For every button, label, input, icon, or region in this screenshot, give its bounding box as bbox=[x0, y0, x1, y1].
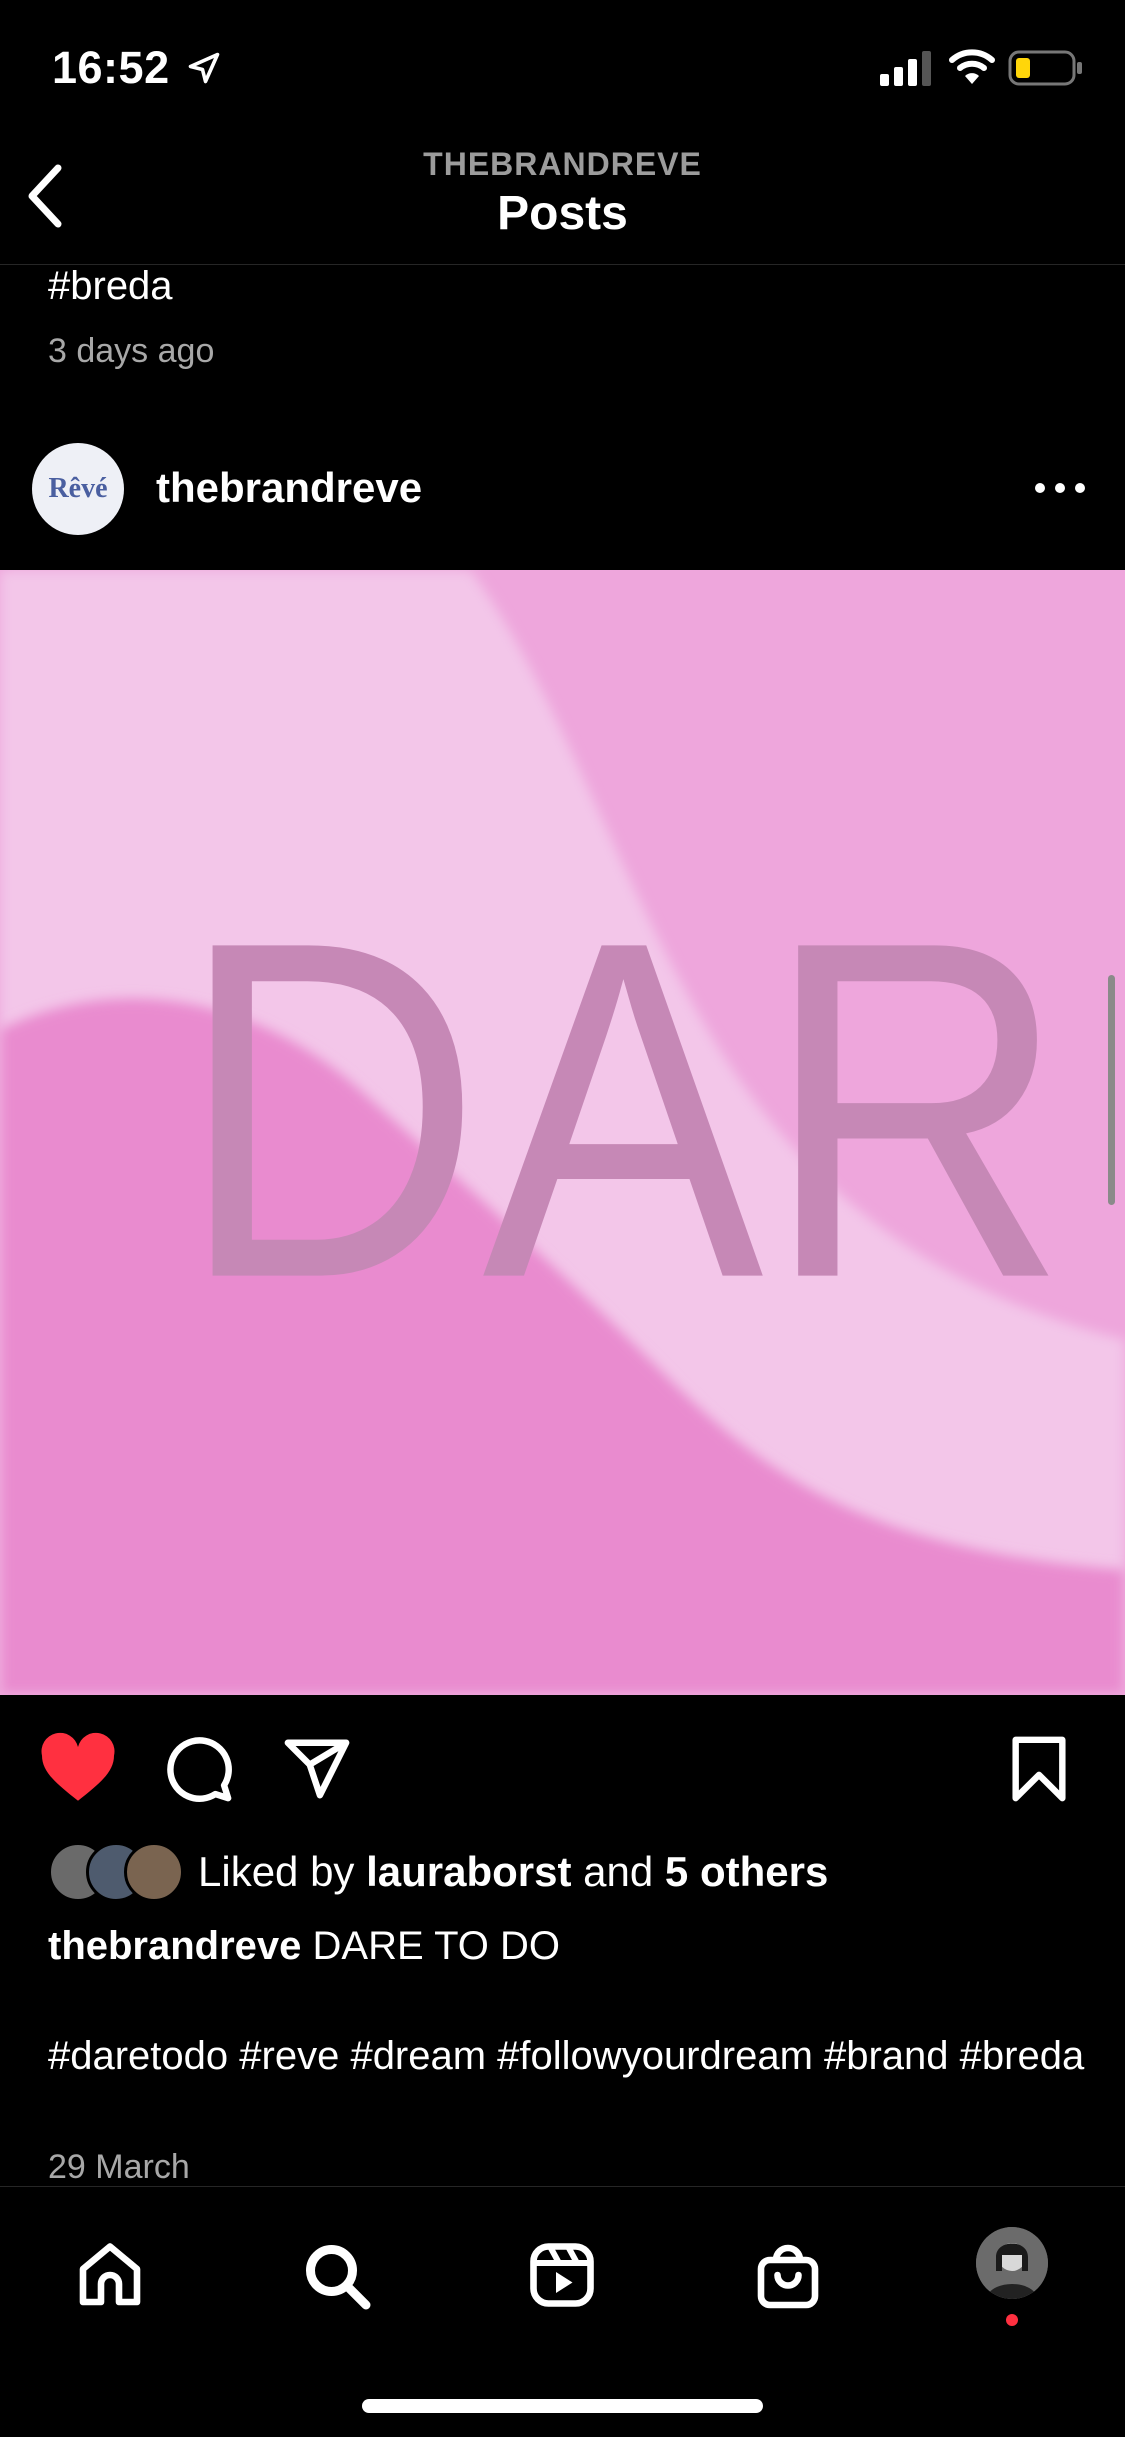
liker-avatar bbox=[124, 1842, 184, 1902]
scroll-indicator[interactable] bbox=[1108, 975, 1115, 1205]
caption-text: DARE TO DO bbox=[312, 1924, 561, 1968]
previous-post-caption[interactable]: #breda bbox=[48, 264, 173, 309]
tab-search[interactable] bbox=[300, 2239, 372, 2316]
location-arrow-icon bbox=[186, 50, 222, 91]
wifi-icon bbox=[948, 46, 996, 91]
search-icon bbox=[300, 2245, 372, 2315]
tab-reels[interactable] bbox=[526, 2239, 598, 2316]
save-button[interactable] bbox=[1008, 1734, 1070, 1809]
shopping-bag-icon bbox=[752, 2244, 824, 2315]
like-button[interactable] bbox=[38, 1732, 118, 1809]
more-options-button[interactable] bbox=[1030, 468, 1090, 508]
post-image[interactable]: DAR bbox=[0, 570, 1125, 1695]
heart-filled-icon bbox=[38, 1732, 118, 1808]
cellular-signal-icon bbox=[880, 50, 934, 91]
likes-others[interactable]: 5 others bbox=[665, 1848, 828, 1895]
tab-profile[interactable] bbox=[976, 2227, 1048, 2299]
notification-dot bbox=[1006, 2314, 1018, 2326]
post-author-username[interactable]: thebrandreve bbox=[156, 464, 422, 512]
post-hashtags[interactable]: #daretodo #reve #dream #followyourdream … bbox=[48, 2032, 1088, 2080]
comment-icon bbox=[164, 1737, 234, 1808]
liked-by-avatars[interactable] bbox=[48, 1842, 184, 1902]
paper-plane-icon bbox=[282, 1739, 352, 1808]
profile-avatar bbox=[976, 2227, 1048, 2299]
tab-home[interactable] bbox=[74, 2239, 146, 2316]
home-indicator[interactable] bbox=[362, 2399, 763, 2413]
post-author-avatar[interactable]: Rêvé bbox=[32, 443, 124, 535]
brand-logo: Rêvé bbox=[48, 473, 108, 504]
likes-and: and bbox=[583, 1848, 654, 1895]
likes-summary[interactable]: Liked by lauraborst and 5 others bbox=[198, 1848, 828, 1896]
status-time: 16:52 bbox=[52, 42, 170, 93]
header-account-name: THEBRANDREVE bbox=[423, 146, 702, 182]
tab-shop[interactable] bbox=[752, 2239, 824, 2316]
share-button[interactable] bbox=[282, 1734, 352, 1809]
liker-username[interactable]: lauraborst bbox=[366, 1848, 571, 1895]
page-title: Posts bbox=[497, 187, 628, 240]
bookmark-icon bbox=[1008, 1736, 1070, 1808]
previous-post-date: 3 days ago bbox=[48, 332, 215, 370]
caption-username[interactable]: thebrandreve bbox=[48, 1924, 301, 1968]
home-icon bbox=[74, 2243, 146, 2315]
post-image-text: DAR bbox=[178, 841, 1068, 1378]
more-horizontal-icon bbox=[1030, 483, 1090, 512]
likes-prefix: Liked by bbox=[198, 1848, 355, 1895]
comment-button[interactable] bbox=[164, 1734, 234, 1809]
post-caption: thebrandreve DARE TO DO bbox=[48, 1924, 560, 1969]
battery-icon bbox=[1008, 50, 1084, 91]
post-date: 29 March bbox=[48, 2148, 190, 2186]
reels-icon bbox=[526, 2243, 598, 2315]
